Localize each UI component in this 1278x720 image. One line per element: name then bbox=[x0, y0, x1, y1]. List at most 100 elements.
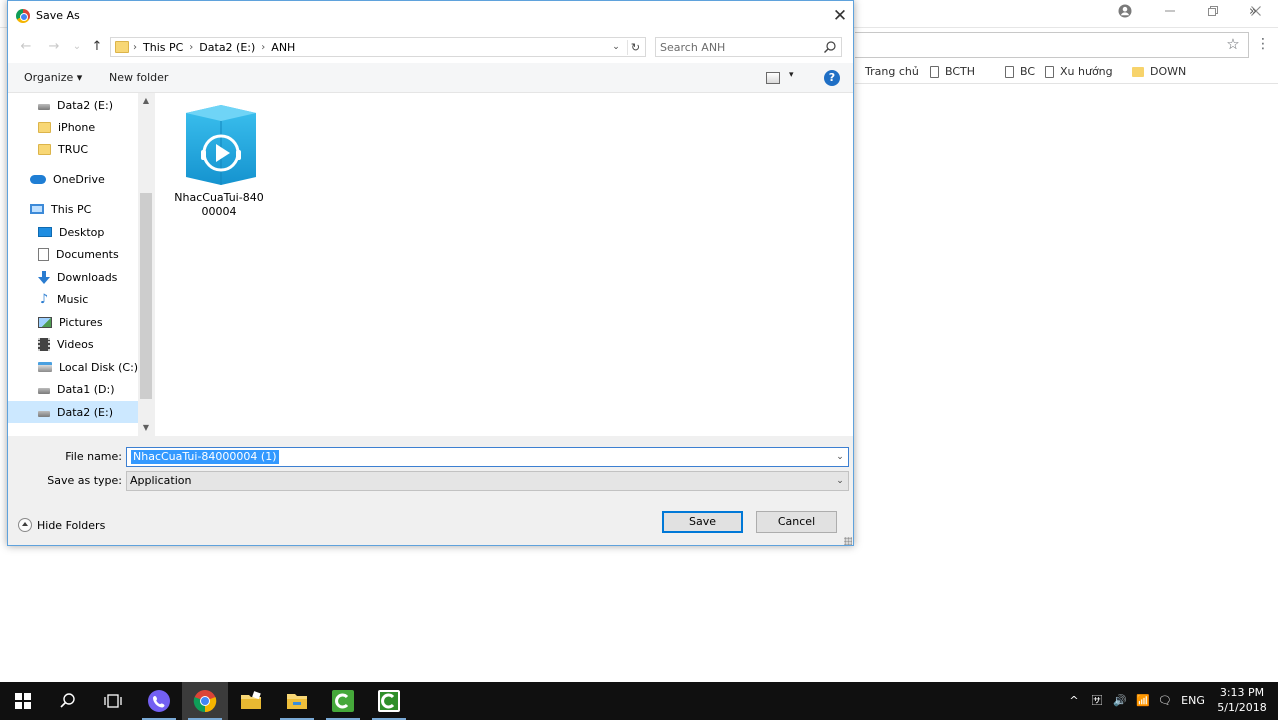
breadcrumb-data2[interactable]: Data2 (E:) bbox=[199, 41, 255, 54]
save-as-dialog: Save As ✕ ← → ⌄ ↑ › This PC › Data2 (E:)… bbox=[7, 0, 854, 546]
nav-item-local-disk-c[interactable]: Local Disk (C:) bbox=[8, 356, 138, 378]
nav-item-onedrive[interactable]: OneDrive bbox=[8, 168, 138, 190]
save-as-type-select[interactable]: Application ⌄ bbox=[126, 471, 849, 491]
address-dropdown-icon[interactable]: ⌄ bbox=[609, 40, 623, 55]
command-bar: Organize ▾ New folder ▾ ? bbox=[8, 63, 853, 93]
search-box[interactable] bbox=[655, 37, 842, 57]
account-icon[interactable] bbox=[1115, 4, 1135, 24]
address-row: ← → ⌄ ↑ › This PC › Data2 (E:) › ANH ⌄ ↻ bbox=[8, 31, 853, 63]
omnibox[interactable] bbox=[855, 32, 1249, 58]
file-name-dropdown-icon[interactable]: ⌄ bbox=[833, 450, 847, 464]
chrome-menu-icon[interactable]: ⋮ bbox=[1256, 35, 1270, 53]
input-language[interactable]: ENG bbox=[1178, 692, 1208, 710]
restore-icon[interactable] bbox=[1203, 4, 1223, 24]
recent-locations-icon[interactable]: ⌄ bbox=[68, 38, 86, 56]
nav-item-label: Pictures bbox=[59, 315, 103, 329]
bookmark-star-icon[interactable]: ☆ bbox=[1224, 35, 1242, 53]
breadcrumb-separator[interactable]: › bbox=[189, 42, 193, 53]
breadcrumb-separator[interactable]: › bbox=[261, 42, 265, 53]
save-as-type-label: Save as type: bbox=[47, 474, 122, 487]
view-dropdown-icon[interactable]: ▾ bbox=[789, 70, 794, 80]
nav-item-data1[interactable]: Data1 (D:) bbox=[8, 378, 138, 400]
back-icon[interactable]: ← bbox=[17, 38, 35, 56]
scroll-up-icon[interactable]: ▲ bbox=[138, 93, 154, 109]
drive-icon bbox=[38, 104, 50, 110]
file-name-value[interactable]: NhacCuaTui-84000004 (1) bbox=[131, 450, 279, 464]
nav-item-data2-selected[interactable]: Data2 (E:) bbox=[8, 401, 138, 423]
save-as-type-dropdown-icon[interactable]: ⌄ bbox=[833, 474, 847, 488]
new-folder-button[interactable]: New folder bbox=[109, 71, 168, 84]
videos-icon bbox=[38, 337, 50, 351]
clock-date: 5/1/2018 bbox=[1217, 701, 1267, 714]
help-icon[interactable]: ? bbox=[824, 70, 840, 86]
nav-item-desktop[interactable]: Desktop bbox=[8, 221, 138, 243]
volume-icon[interactable]: 🔊 bbox=[1110, 692, 1130, 710]
viber-taskbar-button[interactable] bbox=[136, 682, 182, 720]
camtasia-taskbar-button[interactable] bbox=[320, 682, 366, 720]
chrome-icon bbox=[193, 690, 217, 713]
nav-item-this-pc[interactable]: This PC bbox=[8, 198, 138, 220]
scroll-down-icon[interactable]: ▼ bbox=[138, 420, 154, 436]
onedrive-icon bbox=[30, 174, 46, 184]
start-button[interactable] bbox=[0, 682, 46, 720]
system-clock[interactable]: 3:13 PM 5/1/2018 bbox=[1214, 685, 1270, 715]
nhaccuatui-app-icon bbox=[186, 105, 256, 185]
breadcrumb-this-pc[interactable]: This PC bbox=[143, 41, 183, 54]
action-center-icon[interactable]: 🗨 bbox=[1155, 692, 1175, 710]
chrome-taskbar-button[interactable] bbox=[182, 682, 228, 720]
show-hidden-icons-icon[interactable]: ^ bbox=[1066, 692, 1082, 710]
nav-item-videos[interactable]: Videos bbox=[8, 333, 138, 355]
nav-item-music[interactable]: ♪ Music bbox=[8, 288, 138, 310]
dialog-close-icon[interactable]: ✕ bbox=[826, 3, 853, 29]
file-name-input[interactable]: NhacCuaTui-84000004 (1) ⌄ bbox=[126, 447, 849, 467]
nav-item-data2[interactable]: Data2 (E:) bbox=[8, 94, 138, 116]
nav-item-documents[interactable]: Documents bbox=[8, 243, 138, 265]
bookmark-item[interactable]: BC bbox=[1005, 64, 1035, 80]
bookmarks-overflow-icon[interactable]: » bbox=[1249, 4, 1257, 19]
nav-item-label: Data1 (D:) bbox=[57, 382, 115, 396]
search-icon[interactable] bbox=[823, 40, 837, 54]
explorer-pinned-button[interactable] bbox=[228, 682, 274, 720]
up-icon[interactable]: ↑ bbox=[88, 38, 106, 56]
bookmark-item[interactable]: BCTH bbox=[930, 64, 975, 80]
bookmark-item[interactable]: DOWN bbox=[1132, 64, 1186, 80]
nav-scrollbar[interactable]: ▲ ▼ bbox=[138, 93, 154, 436]
page-icon bbox=[1005, 66, 1014, 78]
file-explorer-icon bbox=[287, 694, 307, 709]
folder-icon bbox=[115, 41, 129, 53]
taskbar: ^ 🈂 🔊 📶 🗨 ENG 3:13 PM 5/1/2018 bbox=[0, 682, 1278, 720]
network-icon[interactable]: 📶 bbox=[1133, 692, 1153, 710]
forward-icon[interactable]: → bbox=[45, 38, 63, 56]
save-button[interactable]: Save bbox=[662, 511, 743, 533]
task-view-button[interactable] bbox=[90, 682, 136, 720]
pictures-icon bbox=[38, 316, 52, 328]
scroll-thumb[interactable] bbox=[140, 193, 152, 399]
minimize-icon[interactable] bbox=[1160, 4, 1180, 24]
page-icon bbox=[930, 66, 939, 78]
file-name-label: File name: bbox=[65, 450, 122, 463]
nav-item-truc[interactable]: TRUC bbox=[8, 138, 138, 160]
nav-item-label: TRUC bbox=[58, 142, 89, 156]
camtasia-recorder-taskbar-button[interactable] bbox=[366, 682, 412, 720]
search-taskbar-button[interactable] bbox=[45, 682, 91, 720]
address-bar[interactable]: › This PC › Data2 (E:) › ANH ⌄ ↻ bbox=[110, 37, 646, 57]
file-item[interactable]: NhacCuaTui-840 00004 bbox=[173, 101, 265, 219]
resize-grip-icon[interactable] bbox=[844, 537, 852, 545]
breadcrumb-anh[interactable]: ANH bbox=[271, 41, 295, 54]
task-view-icon bbox=[104, 694, 122, 708]
view-options-icon[interactable] bbox=[766, 72, 780, 84]
nav-item-pictures[interactable]: Pictures bbox=[8, 311, 138, 333]
cancel-button[interactable]: Cancel bbox=[756, 511, 837, 533]
file-explorer-taskbar-button[interactable] bbox=[274, 682, 320, 720]
refresh-icon[interactable]: ↻ bbox=[627, 40, 643, 55]
downloads-icon bbox=[38, 270, 50, 284]
nav-item-label: This PC bbox=[51, 202, 92, 216]
ime-icon[interactable]: 🈂 bbox=[1087, 692, 1107, 710]
search-input[interactable] bbox=[660, 40, 820, 54]
bookmark-item[interactable]: Xu hướng bbox=[1045, 64, 1113, 80]
hide-folders-button[interactable]: Hide Folders bbox=[18, 517, 105, 533]
nav-item-iphone[interactable]: iPhone bbox=[8, 116, 138, 138]
organize-button[interactable]: Organize ▾ bbox=[24, 71, 82, 84]
bookmark-item[interactable]: Trang chủ bbox=[865, 64, 919, 80]
nav-item-downloads[interactable]: Downloads bbox=[8, 266, 138, 288]
